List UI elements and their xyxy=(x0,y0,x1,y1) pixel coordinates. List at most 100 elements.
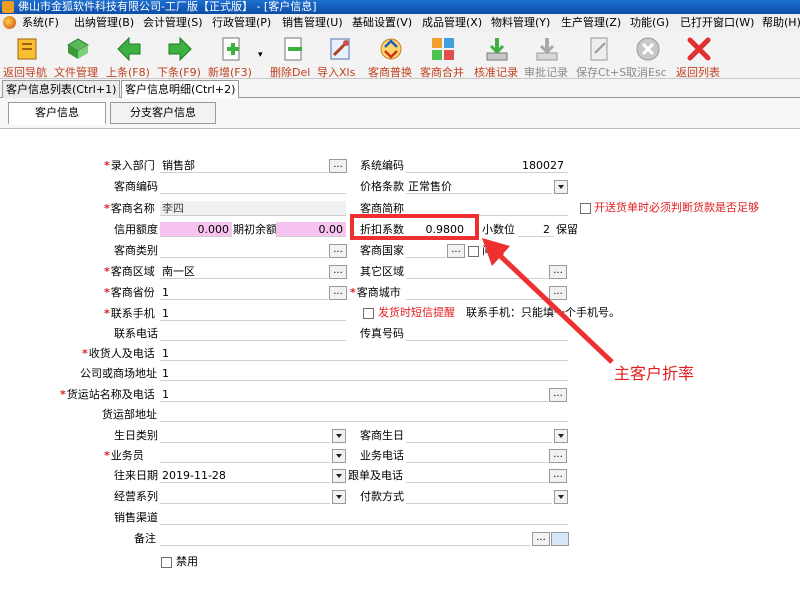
cancel-button[interactable]: 取消Esc xyxy=(626,32,670,79)
menu-accounting[interactable]: 会计管理(S) xyxy=(143,16,203,30)
menu-production[interactable]: 生产管理(Z) xyxy=(561,16,621,30)
address-label: 公司或商场地址 xyxy=(80,367,157,380)
syscode-label: 系统编码 xyxy=(360,159,404,172)
series-label: 经营系列 xyxy=(114,490,158,503)
discount-highlight-box xyxy=(350,214,479,240)
birthday-dropdown[interactable] xyxy=(554,429,568,443)
return-list-button[interactable]: 返回列表 xyxy=(674,32,724,79)
pay-field[interactable] xyxy=(406,489,552,504)
menu-base-settings[interactable]: 基础设置(V) xyxy=(352,16,412,30)
nav-back-button[interactable]: 返回导航 xyxy=(2,32,52,79)
salesman-dropdown[interactable] xyxy=(332,449,346,463)
sms-checkbox[interactable] xyxy=(363,308,374,319)
dept-addr-field[interactable] xyxy=(160,407,568,422)
approve-record-button[interactable]: 核准记录 xyxy=(472,32,522,79)
dept-label: *录入部门 xyxy=(104,159,155,172)
subtab-customer-info[interactable]: 客户信息 xyxy=(8,102,106,125)
merge-button[interactable]: 客商合并 xyxy=(418,32,468,79)
follow-label: 跟单及电话 xyxy=(348,469,403,482)
tab-customer-detail[interactable]: 客户信息明细(Ctrl+2) xyxy=(121,80,240,99)
save-button[interactable]: 保存Ct+S xyxy=(574,32,626,79)
type-lookup-button[interactable]: ... xyxy=(329,244,347,258)
disable-checkbox[interactable] xyxy=(161,557,172,568)
delete-button[interactable]: 删除Del xyxy=(270,32,316,79)
note-field[interactable] xyxy=(160,531,530,546)
dept-field[interactable]: 销售部 xyxy=(160,158,328,173)
date-dropdown[interactable] xyxy=(332,469,346,483)
type-label: 客商类别 xyxy=(114,244,158,257)
opening-label: 期初余额 xyxy=(233,223,277,236)
menu-functions[interactable]: 功能(G) xyxy=(630,16,669,30)
tab-customer-list[interactable]: 客户信息列表(Ctrl+1) xyxy=(2,80,121,98)
date-field[interactable]: 2019-11-28 xyxy=(160,468,330,483)
phone-field[interactable] xyxy=(160,326,346,341)
birthday-type-dropdown[interactable] xyxy=(332,429,346,443)
new-button[interactable]: 新增(F3) ▾ xyxy=(206,32,263,79)
note-save-icon[interactable] xyxy=(551,532,569,546)
review-record-button[interactable]: 审批记录 xyxy=(522,32,572,79)
sms-label: 发货时短信提醒 xyxy=(378,306,455,319)
pay-dropdown[interactable] xyxy=(554,490,568,504)
import-xls-icon xyxy=(330,38,350,60)
code-label: 客商编码 xyxy=(114,180,158,193)
region-field[interactable]: 南一区 xyxy=(160,264,328,279)
swap-button[interactable]: 客商普换 xyxy=(366,32,416,79)
mobile-label: *联系手机 xyxy=(104,307,155,320)
dept-lookup-button[interactable]: ... xyxy=(329,159,347,173)
salesman-field[interactable] xyxy=(160,448,330,463)
check-payment-checkbox[interactable] xyxy=(580,203,591,214)
station-field[interactable]: 1 xyxy=(160,387,548,402)
province-field[interactable]: 1 xyxy=(160,285,328,300)
channel-label: 销售渠道 xyxy=(114,511,158,524)
code-field[interactable] xyxy=(160,179,346,194)
mobile-field[interactable]: 1 xyxy=(160,306,346,321)
menu-open-windows[interactable]: 已打开窗口(W) xyxy=(680,16,754,30)
menu-sales[interactable]: 销售管理(U) xyxy=(282,16,343,30)
date-label: 往来日期 xyxy=(114,469,158,482)
menu-materials[interactable]: 物料管理(Y) xyxy=(491,16,550,30)
menu-cashier[interactable]: 出纳管理(B) xyxy=(74,16,134,30)
pay-label: 付款方式 xyxy=(360,490,404,503)
series-field[interactable] xyxy=(160,489,330,504)
menu-products[interactable]: 成品管理(X) xyxy=(422,16,482,30)
opening-field[interactable]: 0.00 xyxy=(276,222,346,237)
name-field[interactable]: 李四 xyxy=(160,201,346,216)
menu-admin[interactable]: 行政管理(P) xyxy=(212,16,271,30)
bizphone-lookup-button[interactable]: ... xyxy=(549,449,567,463)
subtab-branch-info[interactable]: 分支客户信息 xyxy=(110,102,216,124)
credit-field[interactable]: 0.000 xyxy=(160,222,232,237)
import-xls-button[interactable]: 导入Xls xyxy=(317,32,363,79)
price-field[interactable]: 正常售价 xyxy=(406,179,552,194)
next-record-button[interactable]: 下条(F9) xyxy=(155,32,205,79)
new-dropdown-icon[interactable]: ▾ xyxy=(258,50,263,60)
channel-field[interactable] xyxy=(160,510,568,525)
menu-help[interactable]: 帮助(H) xyxy=(762,16,800,30)
birthday-type-field[interactable] xyxy=(160,428,330,443)
price-dropdown[interactable] xyxy=(554,180,568,194)
app-logo-icon[interactable] xyxy=(3,16,16,29)
note-lookup-button[interactable]: ... xyxy=(532,532,550,546)
follow-lookup-button[interactable]: ... xyxy=(549,469,567,483)
menu-system[interactable]: 系统(F) xyxy=(22,16,59,30)
region-label: *客商区域 xyxy=(104,265,155,278)
country-field[interactable] xyxy=(406,243,446,258)
annotation-text: 主客户折率 xyxy=(614,364,695,383)
prev-record-button[interactable]: 上条(F8) xyxy=(104,32,154,79)
main-tab-strip: 客户信息列表(Ctrl+1) 客户信息明细(Ctrl+2) xyxy=(0,79,800,99)
province-lookup-button[interactable]: ... xyxy=(329,286,347,300)
station-label: *货运站名称及电话 xyxy=(60,388,155,401)
station-lookup-button[interactable]: ... xyxy=(549,388,567,402)
follow-field[interactable] xyxy=(406,468,548,483)
window-title: 佛山市金狐软件科技有限公司-工厂版【正式版】 - [客户信息] xyxy=(18,0,317,13)
bizphone-field[interactable] xyxy=(406,448,548,463)
country-lookup-button[interactable]: ... xyxy=(447,244,465,258)
bizphone-label: 业务电话 xyxy=(360,449,404,462)
series-dropdown[interactable] xyxy=(332,490,346,504)
file-manage-button[interactable]: 文件管理 xyxy=(54,32,102,79)
check-payment-label: 开送货单时必须判断货款是否足够 xyxy=(594,201,759,214)
arrow-right-icon xyxy=(168,36,192,62)
region-lookup-button[interactable]: ... xyxy=(329,265,347,279)
type-field[interactable] xyxy=(160,243,328,258)
birthday-field[interactable] xyxy=(406,428,552,443)
arrow-left-icon xyxy=(117,36,141,62)
